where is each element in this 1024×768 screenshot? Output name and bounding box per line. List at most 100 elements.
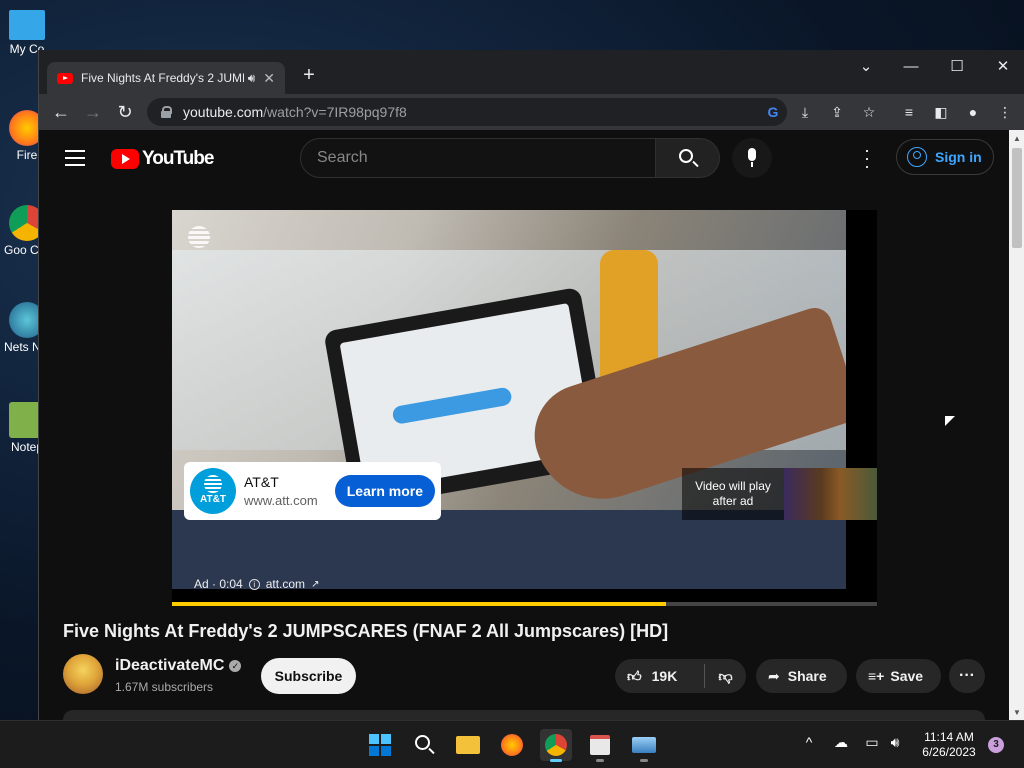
ad-label: Ad · 0:04 — [194, 577, 243, 591]
maximize-button[interactable]: ☐ — [934, 54, 980, 80]
channel-name[interactable]: iDeactivateMC ✓ — [115, 657, 242, 675]
advertiser-name: AT&T — [244, 474, 279, 490]
google-lens-icon[interactable]: G — [763, 102, 783, 122]
scroll-up-arrow-icon[interactable]: ▲ — [1013, 134, 1021, 143]
ad-progress-fill — [172, 602, 666, 606]
clock-time: 11:14 AM — [924, 730, 974, 744]
browser-toolbar: ← → ↻ youtube.com/watch?v=7IR98pq97f8 G … — [39, 94, 1024, 130]
voice-search-button[interactable] — [732, 138, 772, 178]
paint-icon — [590, 735, 610, 755]
speaker-icon[interactable]: 🔊︎ — [248, 71, 256, 86]
like-button[interactable]: 👍︎ 19K — [615, 664, 705, 688]
advertiser-site: www.att.com — [244, 493, 318, 508]
description-box[interactable] — [63, 710, 985, 720]
volume-icon[interactable]: 🔊︎ — [885, 734, 905, 751]
share-arrow-icon: ➦ — [768, 667, 780, 684]
channel-avatar[interactable] — [63, 654, 103, 694]
youtube-logo[interactable]: YouTube — [111, 148, 214, 170]
scrollbar-thumb[interactable] — [1012, 148, 1022, 248]
back-button[interactable]: ← — [49, 100, 73, 124]
mouse-cursor — [944, 415, 956, 427]
video-player[interactable]: AT&T AT&T www.att.com Learn more Video w… — [172, 210, 877, 606]
chrome-menu-icon[interactable]: ⋮ — [995, 102, 1015, 122]
search-bar — [300, 138, 720, 178]
tab-search-button[interactable]: ⌄ — [843, 54, 889, 80]
microphone-icon — [748, 148, 756, 161]
bookmark-star-icon[interactable]: ☆ — [859, 102, 879, 122]
search-button[interactable] — [656, 138, 720, 178]
url-path: /watch?v=7IR98pq97f8 — [263, 104, 407, 120]
search-icon — [415, 735, 430, 750]
ad-video-frame[interactable] — [172, 210, 846, 589]
media-control-icon[interactable]: ≡ — [899, 102, 919, 122]
att-logo-icon: AT&T — [190, 468, 236, 514]
taskbar: ^ ☁ ▭ 🔊︎ 11:14 AM 6/26/2023 3 — [0, 720, 1024, 768]
url-host: youtube.com — [183, 104, 264, 120]
chrome-icon — [545, 734, 567, 756]
verified-icon: ✓ — [229, 660, 242, 672]
new-tab-button[interactable]: + — [299, 64, 319, 87]
reload-button[interactable]: ↻ — [113, 100, 137, 124]
search-input[interactable] — [300, 138, 656, 178]
lock-icon[interactable] — [161, 106, 172, 118]
tab-strip: Five Nights At Freddy's 2 JUMPSCARES 🔊︎ … — [39, 50, 1024, 94]
onedrive-icon[interactable]: ☁ — [831, 734, 851, 751]
share-button[interactable]: ➦ Share — [756, 659, 847, 693]
thumbs-up-icon: 👍︎ — [627, 667, 642, 684]
install-app-icon[interactable]: ⤓ — [795, 102, 815, 122]
preview-text: Video will play after ad — [695, 479, 771, 508]
image-viewer-taskbar-button[interactable] — [628, 729, 660, 762]
file-explorer-taskbar-button[interactable] — [452, 729, 484, 761]
show-hidden-icons-button[interactable]: ^ — [799, 734, 819, 750]
start-button[interactable] — [364, 729, 396, 761]
minimize-button[interactable]: — — [888, 54, 934, 80]
profile-icon[interactable]: ● — [963, 102, 983, 122]
add-to-playlist-icon: ≡+ — [868, 668, 885, 684]
search-taskbar-button[interactable] — [408, 729, 440, 761]
external-link-icon: ↗ — [311, 578, 320, 590]
sign-in-button[interactable]: Sign in — [896, 139, 994, 175]
subscriber-count: 1.67M subscribers — [115, 680, 214, 694]
learn-more-button[interactable]: Learn more — [334, 475, 435, 507]
ad-info: Ad · 0:04 i att.com ↗ — [194, 577, 319, 591]
taskbar-clock[interactable]: 11:14 AM 6/26/2023 — [912, 730, 986, 760]
menu-icon[interactable] — [65, 150, 85, 171]
tab-title: Five Nights At Freddy's 2 JUMPSCARES — [81, 71, 244, 85]
dislike-button[interactable]: 👎︎ — [705, 668, 746, 685]
firefox-taskbar-button[interactable] — [496, 729, 528, 761]
browser-window: Five Nights At Freddy's 2 JUMPSCARES 🔊︎ … — [38, 50, 1024, 720]
ad-card[interactable]: AT&T AT&T www.att.com Learn more — [184, 462, 441, 520]
page-scrollbar[interactable]: ▲ ▼ — [1009, 130, 1024, 720]
youtube-page: YouTube ··· Sign in AT&T — [39, 130, 1009, 720]
subscribe-button[interactable]: Subscribe — [261, 658, 356, 694]
like-dislike-group: 👍︎ 19K 👎︎ — [615, 659, 746, 693]
close-tab-icon[interactable]: ✕ — [263, 70, 275, 87]
network-icon[interactable]: ▭ — [862, 734, 882, 751]
more-actions-button[interactable]: ··· — [949, 659, 985, 693]
share-page-icon[interactable]: ⇪ — [827, 102, 847, 122]
ad-progress-bar[interactable] — [172, 602, 877, 606]
info-icon[interactable]: i — [248, 578, 260, 590]
preview-thumbnail — [784, 468, 877, 520]
video-preview[interactable]: Video will play after ad — [682, 468, 877, 520]
save-button[interactable]: ≡+ Save — [856, 659, 941, 693]
account-icon — [907, 147, 927, 167]
firefox-icon — [501, 734, 523, 756]
youtube-favicon-icon — [57, 72, 73, 84]
att-watermark-icon — [188, 226, 210, 248]
youtube-logo-icon — [111, 149, 139, 169]
like-count: 19K — [651, 668, 678, 684]
address-bar[interactable]: youtube.com/watch?v=7IR98pq97f8 — [147, 98, 787, 126]
scroll-down-arrow-icon[interactable]: ▼ — [1013, 708, 1021, 717]
image-viewer-icon — [632, 737, 656, 753]
tab-youtube[interactable]: Five Nights At Freddy's 2 JUMPSCARES 🔊︎ … — [47, 62, 285, 94]
settings-menu-button[interactable]: · · · — [859, 141, 875, 175]
search-icon — [679, 149, 693, 163]
notification-badge[interactable]: 3 — [988, 737, 1004, 753]
paint-taskbar-button[interactable] — [584, 729, 616, 762]
chrome-taskbar-button[interactable] — [540, 729, 572, 762]
forward-button[interactable]: → — [81, 100, 105, 124]
ad-domain-link[interactable]: att.com — [266, 577, 305, 591]
side-panel-icon[interactable]: ◧ — [931, 102, 951, 122]
close-window-button[interactable]: ✕ — [980, 54, 1024, 80]
